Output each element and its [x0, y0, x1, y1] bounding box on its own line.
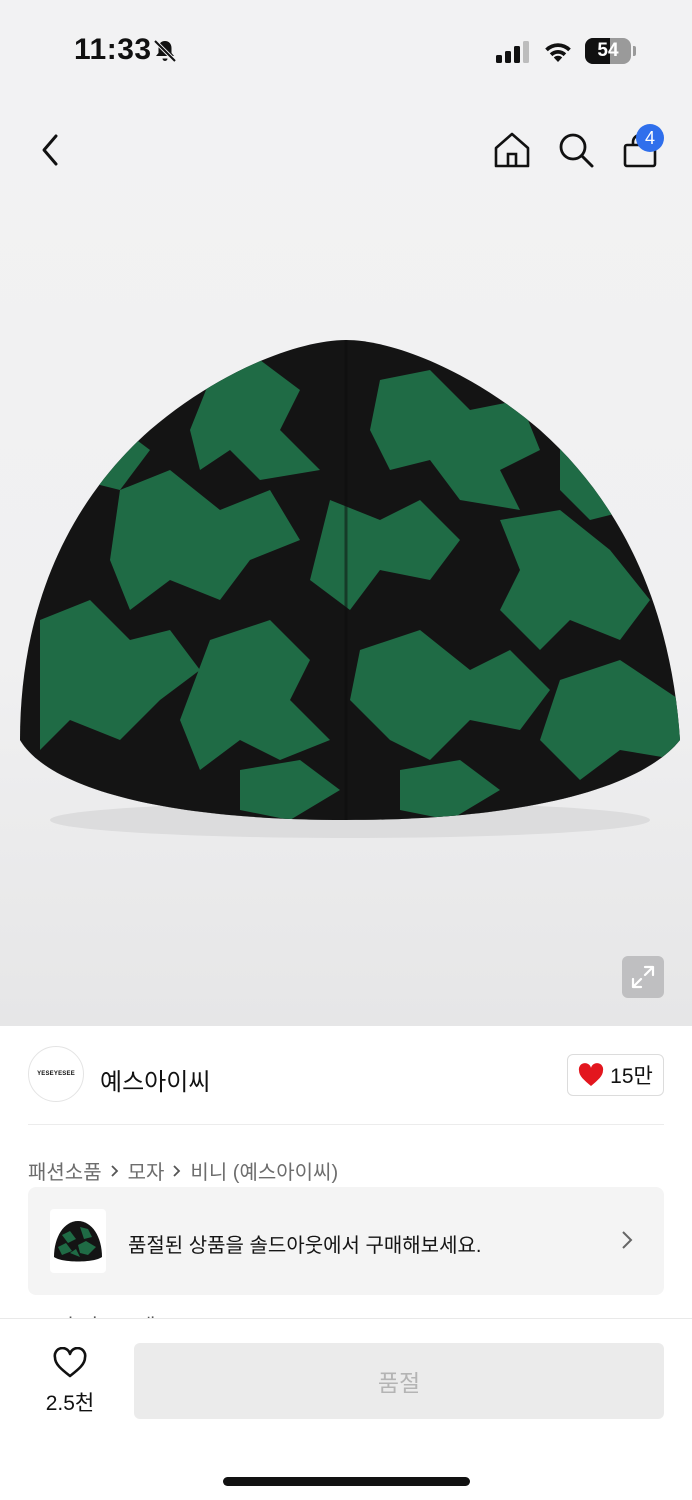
battery-level: 54	[597, 40, 619, 61]
heart-filled-icon	[579, 1063, 604, 1086]
expand-image-button[interactable]	[622, 956, 664, 998]
product-thumbnail	[50, 1209, 106, 1273]
brand-like-count: 15만	[610, 1065, 653, 1088]
status-time: 11:33	[74, 33, 152, 66]
breadcrumb: 패션소품 모자 비니 (예스아이씨)	[28, 1156, 338, 1185]
product-hero: 4	[0, 100, 692, 1026]
brand-row: YESEYESEE 예스아이씨 15만	[0, 1026, 692, 1126]
chevron-right-icon	[173, 1164, 181, 1177]
breadcrumb-item[interactable]: 비니 (예스아이씨)	[190, 1156, 338, 1185]
breadcrumb-item[interactable]: 패션소품	[28, 1156, 102, 1185]
battery-indicator: 54	[585, 38, 631, 64]
cellular-signal-icon	[496, 41, 529, 63]
resell-banner-text: 품절된 상품을 솔드아웃에서 구매해보세요.	[128, 1235, 482, 1257]
heart-outline-icon	[53, 1347, 87, 1378]
chevron-right-icon	[110, 1164, 118, 1177]
back-button[interactable]	[26, 126, 74, 174]
beanie-product-image	[20, 340, 680, 838]
battery-nub	[633, 46, 636, 56]
chevron-right-icon	[622, 1231, 633, 1249]
breadcrumb-item[interactable]: 모자	[128, 1156, 165, 1185]
brand-like-button[interactable]: 15만	[567, 1054, 664, 1096]
brand-logo-text: YESEYESEE	[37, 1071, 75, 1077]
home-button[interactable]	[488, 126, 536, 174]
status-bar: 11:33 54	[0, 0, 692, 100]
home-indicator	[223, 1477, 470, 1486]
cart-count-badge: 4	[636, 124, 664, 152]
search-button[interactable]	[552, 126, 600, 174]
divider	[28, 1124, 664, 1125]
home-icon	[494, 132, 530, 168]
wifi-icon	[545, 43, 571, 62]
brand-name-link[interactable]: 예스아이씨	[100, 1062, 210, 1097]
brand-logo[interactable]: YESEYESEE	[28, 1046, 84, 1102]
soldout-resell-banner[interactable]: 품절된 상품을 솔드아웃에서 구매해보세요.	[28, 1187, 664, 1295]
search-icon	[559, 133, 594, 168]
back-icon	[42, 134, 58, 166]
bell-muted-icon	[153, 39, 177, 63]
bottom-action-bar: 2.5천 품절	[0, 1318, 692, 1500]
wishlist-count: 2.5천	[45, 1392, 95, 1415]
soldout-button[interactable]: 품절	[134, 1343, 664, 1419]
expand-icon	[631, 965, 655, 989]
wishlist-button[interactable]: 2.5천	[28, 1347, 112, 1417]
